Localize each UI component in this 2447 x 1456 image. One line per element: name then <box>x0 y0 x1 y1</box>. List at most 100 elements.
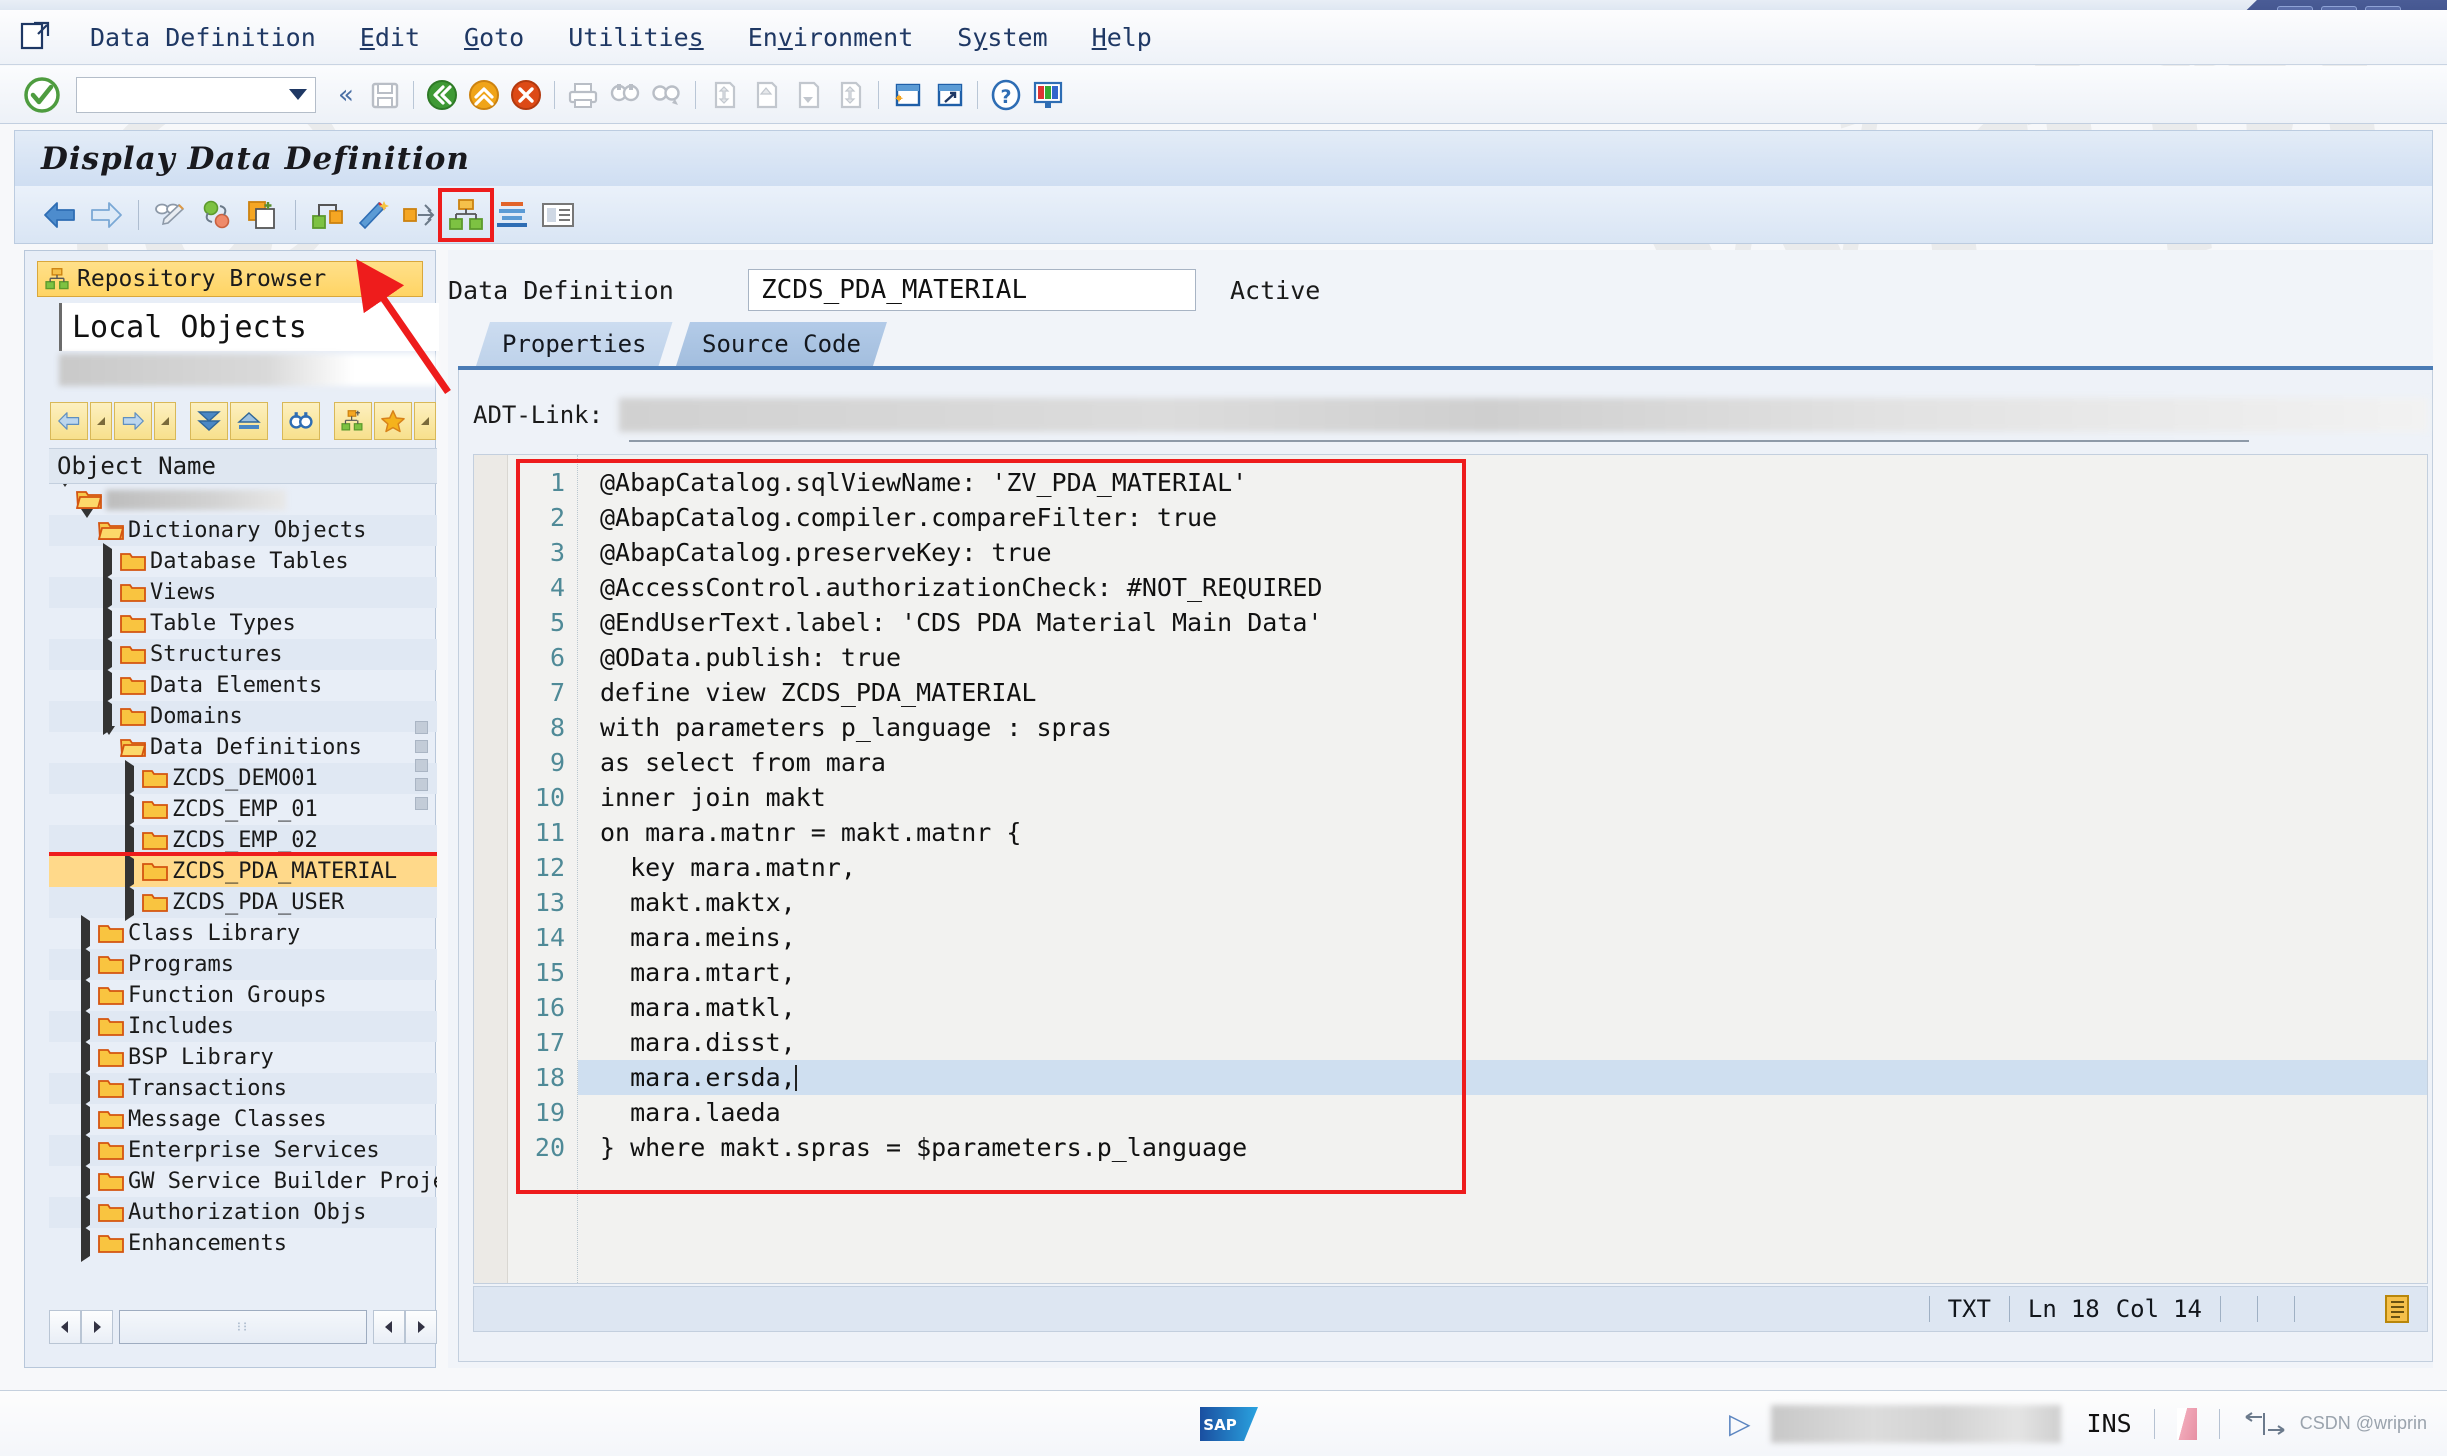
command-field[interactable] <box>76 76 316 113</box>
expand-toggle-closed-icon[interactable] <box>81 977 95 1014</box>
tree-item-function-groups[interactable]: Function Groups <box>49 977 437 1014</box>
expand-toggle-closed-icon[interactable] <box>103 543 117 580</box>
tree-item-zcds-pda-material[interactable]: ZCDS_PDA_MATERIAL <box>49 852 437 891</box>
tree-item-transactions[interactable]: Transactions <box>49 1070 437 1107</box>
tree-item-class-library[interactable]: Class Library <box>49 915 437 952</box>
favorites-icon[interactable] <box>374 402 412 440</box>
last-page-icon[interactable] <box>829 74 871 116</box>
tree-item-database-tables[interactable]: Database Tables <box>49 543 437 580</box>
customize-layout-icon[interactable] <box>1027 74 1069 116</box>
tree-item-enhancements[interactable]: Enhancements <box>49 1225 437 1262</box>
tree-item-dictionary-objects[interactable]: Dictionary Objects <box>49 509 437 546</box>
tree-forward-icon[interactable] <box>114 402 152 440</box>
expand-toggle-closed-icon[interactable] <box>125 853 139 890</box>
expand-toggle-closed-icon[interactable] <box>125 791 139 828</box>
editor-code-line[interactable]: as select from mara <box>578 745 2427 780</box>
expand-toggle-closed-icon[interactable] <box>125 760 139 797</box>
where-used-list-icon[interactable] <box>305 193 351 237</box>
print-icon[interactable] <box>562 74 604 116</box>
expand-toggle-closed-icon[interactable] <box>103 636 117 673</box>
expand-toggle-closed-icon[interactable] <box>81 1163 95 1200</box>
back-arrow-icon[interactable] <box>37 193 83 237</box>
expand-toggle-closed-icon[interactable] <box>125 884 139 921</box>
chevron-down-icon[interactable] <box>289 88 307 100</box>
tree-item-message-classes[interactable]: Message Classes <box>49 1101 437 1138</box>
first-page-icon[interactable] <box>703 74 745 116</box>
editor-code-line[interactable]: mara.disst, <box>578 1025 2427 1060</box>
tree-item-zcds-emp-02[interactable]: ZCDS_EMP_02 <box>49 822 437 859</box>
find-next-icon[interactable] <box>646 74 688 116</box>
editor-code-line[interactable]: inner join makt <box>578 780 2427 815</box>
insert-mode-indicator[interactable]: INS <box>2087 1409 2132 1438</box>
tree-item-zcds-demo01[interactable]: ZCDS_DEMO01 <box>49 760 437 797</box>
tree-item-zcds-pda-user[interactable]: ZCDS_PDA_USER <box>49 884 437 921</box>
details-icon[interactable] <box>535 193 581 237</box>
tree-item-authorization-objs[interactable]: Authorization Objs <box>49 1194 437 1231</box>
editor-code-line[interactable]: @AbapCatalog.compiler.compareFilter: tru… <box>578 500 2427 535</box>
next-page-icon[interactable] <box>787 74 829 116</box>
forward-arrow-icon[interactable] <box>83 193 129 237</box>
exit-icon[interactable] <box>463 74 505 116</box>
find-icon[interactable] <box>604 74 646 116</box>
editor-code-line[interactable]: mara.matkl, <box>578 990 2427 1025</box>
editor-code-line[interactable]: define view ZCDS_PDA_MATERIAL <box>578 675 2427 710</box>
editor-code-line[interactable]: } where makt.spras = $parameters.p_langu… <box>578 1130 2427 1165</box>
create-shortcut-icon[interactable] <box>928 74 970 116</box>
help-icon[interactable]: ? <box>985 74 1027 116</box>
editor-code-line[interactable]: @EndUserText.label: 'CDS PDA Material Ma… <box>578 605 2427 640</box>
tab-properties[interactable]: Properties <box>476 322 673 366</box>
tab-source-code[interactable]: Source Code <box>676 322 887 366</box>
tree-item-programs[interactable]: Programs <box>49 946 437 983</box>
tree-horizontal-scrollbar[interactable]: ⁝⁝ <box>49 1306 437 1348</box>
previous-page-icon[interactable] <box>745 74 787 116</box>
back-icon[interactable] <box>421 74 463 116</box>
expand-toggle-open-icon[interactable] <box>103 726 117 760</box>
menu-item-utilities[interactable]: Utilities <box>546 19 725 56</box>
collapse-toolbar-icon[interactable]: « <box>328 80 364 110</box>
tree-forward-dropdown-icon[interactable] <box>154 402 176 440</box>
editor-code-line[interactable]: makt.maktx, <box>578 885 2427 920</box>
editor-code-line[interactable]: @AccessControl.authorizationCheck: #NOT_… <box>578 570 2427 605</box>
expand-toggle-closed-icon[interactable] <box>81 1039 95 1076</box>
expand-toggle-closed-icon[interactable] <box>81 915 95 952</box>
source-code-editor[interactable]: 1 2 3 4 5 6 7 8 9 10 11 12 13 14 15 16 17 18 19 20 @AbapCat… <box>473 454 2428 1284</box>
adt-link-value[interactable] <box>619 398 2428 432</box>
expand-toggle-open-icon[interactable] <box>59 484 73 512</box>
tree-item-includes[interactable]: Includes <box>49 1008 437 1045</box>
editor-list-icon[interactable] <box>2383 1293 2413 1325</box>
menu-item-system[interactable]: System <box>935 19 1069 56</box>
editor-code-line[interactable]: mara.mtart, <box>578 955 2427 990</box>
menu-item-environment[interactable]: Environment <box>726 19 936 56</box>
tree-item-zcds-emp-01[interactable]: ZCDS_EMP_01 <box>49 791 437 828</box>
relationships-icon[interactable] <box>397 193 443 237</box>
expand-all-icon[interactable] <box>190 402 228 440</box>
tree-item-table-types[interactable]: Table Types <box>49 605 437 642</box>
cancel-icon[interactable] <box>505 74 547 116</box>
create-session-icon[interactable] <box>886 74 928 116</box>
data-definition-name-field[interactable]: ZCDS_PDA_MATERIAL <box>748 269 1196 311</box>
editor-code-line[interactable]: mara.ersda, <box>578 1060 2427 1095</box>
expand-toggle-closed-icon[interactable] <box>81 1101 95 1138</box>
tree-item-data-elements[interactable]: Data Elements <box>49 667 437 704</box>
expand-toggle-closed-icon[interactable] <box>81 1225 95 1262</box>
resize-grip-icon[interactable] <box>2242 1410 2288 1438</box>
sap-system-menu-icon[interactable] <box>18 20 52 54</box>
scroll-right-button-inner[interactable] <box>81 1310 113 1344</box>
editor-code-line[interactable]: @AbapCatalog.sqlViewName: 'ZV_PDA_MATERI… <box>578 465 2427 500</box>
tree-item-gw-service-builder-projects[interactable]: GW Service Builder Projects <box>49 1163 437 1200</box>
menu-item-data-definition[interactable]: Data Definition <box>68 19 338 56</box>
save-icon[interactable] <box>364 74 406 116</box>
editor-code-line[interactable]: @AbapCatalog.preserveKey: true <box>578 535 2427 570</box>
collapse-all-icon[interactable] <box>230 402 268 440</box>
tree-item-bsp-library[interactable]: BSP Library <box>49 1039 437 1076</box>
scroll-left-button-right[interactable] <box>373 1310 405 1344</box>
tree-back-dropdown-icon[interactable] <box>90 402 112 440</box>
sort-icon[interactable] <box>489 193 535 237</box>
menu-item-help[interactable]: Help <box>1070 19 1174 56</box>
editor-code-area[interactable]: @AbapCatalog.sqlViewName: 'ZV_PDA_MATERI… <box>578 455 2427 1283</box>
scroll-left-button[interactable] <box>49 1310 81 1344</box>
tree-find-icon[interactable] <box>282 402 320 440</box>
expand-toggle-closed-icon[interactable] <box>125 822 139 859</box>
scrollbar-thumb[interactable]: ⁝⁝ <box>119 1310 367 1344</box>
editor-code-line[interactable]: on mara.matnr = makt.matnr { <box>578 815 2427 850</box>
